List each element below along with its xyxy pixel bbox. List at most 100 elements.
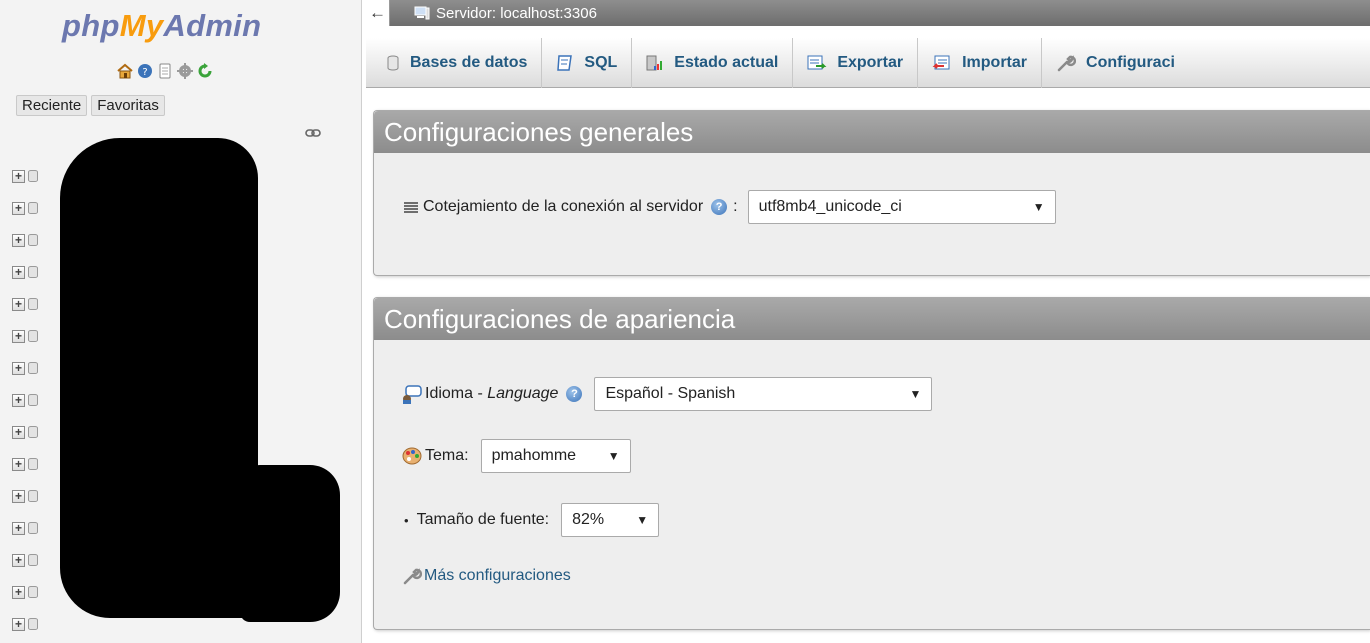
database-tree-item[interactable]: +	[12, 224, 38, 256]
expand-plus-icon[interactable]: +	[12, 201, 25, 215]
chevron-down-icon: ▼	[607, 449, 620, 463]
svg-text:?: ?	[142, 67, 147, 78]
expand-plus-icon[interactable]: +	[12, 457, 25, 471]
server-icon	[414, 6, 430, 20]
database-tree-item[interactable]: +	[12, 608, 38, 640]
database-tree-item[interactable]: +	[12, 288, 38, 320]
database-tree: + + + + + + + + + + + + + + +	[12, 160, 38, 640]
server-breadcrumb[interactable]: Servidor: localhost:3306	[414, 5, 597, 22]
language-label: Idioma - Language	[425, 385, 559, 402]
database-icon	[28, 586, 38, 598]
more-settings-link[interactable]: Más configuraciones	[424, 567, 571, 585]
database-icon	[28, 458, 38, 470]
redacted-area	[60, 138, 258, 618]
link-with-main-panel-icon[interactable]	[305, 126, 321, 144]
database-tree-item[interactable]: +	[12, 384, 38, 416]
database-tree-item[interactable]: +	[12, 160, 38, 192]
nav-icon-bar: ?	[116, 62, 213, 79]
tab-import[interactable]: Importar	[918, 37, 1043, 88]
general-settings-group: Configuraciones generales Cotejamiento d…	[373, 110, 1370, 276]
expand-plus-icon[interactable]: +	[12, 553, 25, 567]
database-tree-item[interactable]: +	[12, 416, 38, 448]
expand-plus-icon[interactable]: +	[12, 265, 25, 279]
chevron-down-icon: ▼	[1032, 200, 1045, 214]
navigation-panel: phpMyAdmin ? Reciente Favoritas + + + + …	[0, 0, 362, 643]
collation-label: Cotejamiento de la conexión al servidor	[423, 198, 704, 215]
database-tree-item[interactable]: +	[12, 192, 38, 224]
collation-row: Cotejamiento de la conexión al servidor …	[404, 190, 1056, 224]
database-icon	[28, 618, 38, 630]
database-icon	[28, 522, 38, 534]
database-icon	[28, 170, 38, 182]
tab-databases-label: Bases de datos	[410, 53, 528, 71]
expand-plus-icon[interactable]: +	[12, 329, 25, 343]
nav-tabs: Reciente Favoritas	[16, 95, 165, 116]
database-tree-item[interactable]: +	[12, 320, 38, 352]
language-row: Idioma - Language ? Español - Spanish ▼	[402, 377, 933, 411]
language-help-icon[interactable]: ?	[566, 386, 583, 402]
collapse-nav-arrow-icon[interactable]: ←	[366, 0, 390, 26]
database-icon	[28, 490, 38, 502]
chevron-down-icon: ▼	[636, 513, 649, 527]
database-tree-item[interactable]: +	[12, 256, 38, 288]
reload-icon[interactable]	[196, 62, 213, 79]
settings-icon[interactable]	[176, 62, 193, 79]
database-icon	[28, 330, 38, 342]
collation-list-icon	[404, 202, 418, 213]
expand-plus-icon[interactable]: +	[12, 169, 25, 183]
database-icon	[387, 55, 399, 70]
theme-row: Tema: pmahomme ▼	[402, 439, 631, 473]
redacted-area	[240, 465, 340, 622]
more-settings-row: Más configuraciones	[402, 566, 571, 586]
tab-status-label: Estado actual	[674, 53, 779, 71]
tab-sql[interactable]: SQL	[542, 37, 633, 88]
font-size-select-value: 82%	[572, 511, 605, 528]
collation-help-icon[interactable]: ?	[711, 199, 728, 215]
expand-plus-icon[interactable]: +	[12, 617, 25, 631]
tab-recent[interactable]: Reciente	[16, 95, 88, 116]
import-icon	[932, 55, 950, 69]
tab-settings[interactable]: Configuraci	[1042, 38, 1189, 88]
database-tree-item[interactable]: +	[12, 448, 38, 480]
language-select-value: Español - Spanish	[605, 385, 736, 402]
theme-select-value: pmahomme	[491, 447, 577, 464]
server-breadcrumb-bar: ← Servidor: localhost:3306	[366, 0, 1370, 26]
database-icon	[28, 426, 38, 438]
language-select[interactable]: Español - Spanish ▼	[594, 377, 933, 411]
chevron-down-icon: ▼	[909, 387, 922, 401]
bullet: •	[404, 512, 409, 528]
expand-plus-icon[interactable]: +	[12, 361, 25, 375]
general-settings-title: Configuraciones generales	[374, 111, 1370, 153]
expand-plus-icon[interactable]: +	[12, 297, 25, 311]
database-tree-item[interactable]: +	[12, 544, 38, 576]
docs-icon[interactable]	[156, 62, 173, 79]
collation-select-value: utf8mb4_unicode_ci	[758, 198, 902, 215]
collation-select[interactable]: utf8mb4_unicode_ci ▼	[747, 190, 1056, 224]
tab-favorites[interactable]: Favoritas	[91, 95, 165, 116]
database-icon	[28, 202, 38, 214]
tab-export[interactable]: Exportar	[793, 37, 919, 88]
database-tree-item[interactable]: +	[12, 576, 38, 608]
expand-plus-icon[interactable]: +	[12, 393, 25, 407]
home-icon[interactable]	[116, 62, 133, 79]
server-label: Servidor: localhost:3306	[436, 4, 597, 22]
tab-export-label: Exportar	[837, 53, 904, 71]
phpmyadmin-logo[interactable]: phpMyAdmin	[62, 8, 261, 44]
database-tree-item[interactable]: +	[12, 352, 38, 384]
tab-status[interactable]: Estado actual	[632, 37, 794, 88]
expand-plus-icon[interactable]: +	[12, 585, 25, 599]
status-chart-icon	[646, 55, 663, 70]
expand-plus-icon[interactable]: +	[12, 489, 25, 503]
tab-databases[interactable]: Bases de datos	[366, 37, 543, 88]
expand-plus-icon[interactable]: +	[12, 425, 25, 439]
database-tree-item[interactable]: +	[12, 512, 38, 544]
expand-plus-icon[interactable]: +	[12, 521, 25, 535]
help-icon[interactable]: ?	[136, 62, 153, 79]
theme-select[interactable]: pmahomme ▼	[480, 439, 631, 473]
font-size-select[interactable]: 82% ▼	[561, 503, 660, 537]
database-tree-item[interactable]: +	[12, 480, 38, 512]
font-size-label: Tamaño de fuente:	[416, 511, 550, 528]
theme-label: Tema:	[425, 447, 469, 464]
phpmyadmin-window: phpMyAdmin ? Reciente Favoritas + + + + …	[0, 0, 1370, 643]
expand-plus-icon[interactable]: +	[12, 233, 25, 247]
